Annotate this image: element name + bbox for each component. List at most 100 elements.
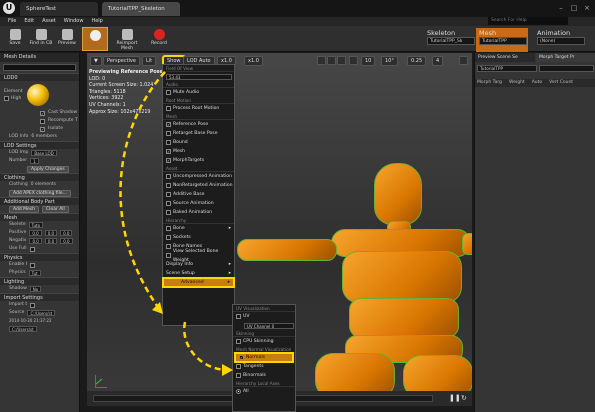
cast-shadow-checkbox[interactable]: ✓ bbox=[40, 110, 45, 116]
animation-dropdown[interactable]: (None) bbox=[537, 37, 585, 45]
uv-checkbox[interactable] bbox=[236, 314, 241, 319]
show-menu-item[interactable]: Bound bbox=[163, 138, 234, 147]
section-clothing[interactable]: Clothing bbox=[0, 173, 79, 181]
show-item-checkbox[interactable]: ✓ bbox=[166, 158, 171, 163]
show-menu-item[interactable]: Baked Animation bbox=[163, 208, 234, 217]
physics-value[interactable]: Tut bbox=[28, 270, 41, 276]
use-full-checkbox[interactable] bbox=[29, 246, 35, 252]
mode-mesh[interactable]: Mesh TutorialTPP bbox=[476, 28, 528, 52]
tab-mesh-details[interactable]: Mesh Details bbox=[0, 53, 79, 62]
add-apex-clothing-button[interactable]: Add APEX clothing file... bbox=[9, 189, 71, 197]
all-radio[interactable]: • bbox=[236, 389, 241, 394]
section-physics[interactable]: Physics bbox=[0, 253, 79, 261]
all-item[interactable]: • All bbox=[233, 387, 295, 396]
show-item-checkbox[interactable] bbox=[166, 90, 171, 95]
recompute-checkbox[interactable] bbox=[40, 118, 45, 124]
number-input[interactable]: 1 bbox=[30, 158, 39, 164]
skeleton-value[interactable]: Tuto bbox=[28, 222, 44, 228]
tab-tutorial-skeleton[interactable]: TutorialTPP_Skeleton bbox=[102, 2, 180, 16]
show-item-checkbox[interactable]: ✓ bbox=[166, 122, 171, 127]
tangents-item[interactable]: Tangents bbox=[233, 362, 295, 371]
section-import-settings[interactable]: Import Settings bbox=[0, 293, 79, 301]
pause-icon[interactable]: ❚❚ bbox=[449, 394, 461, 402]
menu-help[interactable]: Help bbox=[91, 17, 102, 26]
show-item-checkbox[interactable] bbox=[166, 244, 171, 249]
normals-item[interactable]: ✓ Normals bbox=[235, 353, 293, 362]
show-menu-item[interactable]: Retarget Base Pose bbox=[163, 129, 234, 138]
high-checkbox[interactable] bbox=[4, 96, 9, 101]
negative-z[interactable]: 0.0 bbox=[60, 238, 73, 244]
show-menu-item[interactable]: Mute Audio bbox=[163, 88, 234, 97]
positive-x[interactable]: 0.0 bbox=[29, 230, 42, 236]
show-item-checkbox[interactable] bbox=[166, 235, 171, 240]
show-item-checkbox[interactable] bbox=[166, 192, 171, 197]
col-weight[interactable]: Weight bbox=[509, 79, 525, 87]
loop-icon[interactable]: ↻ bbox=[461, 394, 467, 402]
positive-z[interactable]: 0.0 bbox=[60, 230, 73, 236]
lod-import-dropdown[interactable]: Base LOD bbox=[31, 150, 57, 156]
source-value[interactable]: C:/Users/st bbox=[27, 310, 56, 316]
minimize-icon[interactable]: – bbox=[556, 3, 566, 13]
shadow-value[interactable]: No bbox=[29, 286, 42, 292]
mode-skeleton[interactable]: Skeleton TutorialTPP_Sk bbox=[424, 28, 475, 52]
show-menu-item[interactable]: NonRetargeted Animation bbox=[163, 181, 234, 190]
advanced-item[interactable]: Advanced ▸ bbox=[163, 278, 234, 287]
import-checkbox[interactable] bbox=[30, 302, 36, 308]
preview-button[interactable]: Preview bbox=[54, 27, 80, 51]
show-menu-item[interactable]: ✓ Mesh bbox=[163, 147, 234, 156]
isolate-checkbox[interactable]: ✓ bbox=[40, 126, 45, 132]
find-in-cb-button[interactable]: Find in CB bbox=[28, 27, 54, 51]
save-button[interactable]: Save bbox=[2, 27, 28, 51]
settings-button[interactable] bbox=[82, 27, 108, 51]
material-thumbnail[interactable] bbox=[26, 84, 49, 106]
col-vert-count[interactable]: Vert Count bbox=[549, 79, 573, 87]
section-additional-body-part[interactable]: Additional Body Part bbox=[0, 197, 79, 205]
normals-checkbox[interactable]: ✓ bbox=[239, 355, 244, 360]
positive-y[interactable]: 0.0 bbox=[44, 230, 58, 236]
show-item-checkbox[interactable] bbox=[166, 131, 171, 136]
close-icon[interactable]: × bbox=[582, 3, 592, 13]
help-search-input[interactable]: Search For Help bbox=[488, 17, 568, 25]
section-lod0[interactable]: LOD0 bbox=[0, 73, 79, 81]
col-morph-target[interactable]: Morph Targ bbox=[477, 79, 502, 87]
cpu-skinning-item[interactable]: CPU Skinning bbox=[233, 337, 295, 346]
tab-preview-scene[interactable]: Preview Scene Se bbox=[475, 53, 535, 62]
show-menu-item[interactable]: Uncompressed Animation bbox=[163, 172, 234, 181]
apply-changes-button[interactable]: Apply Changes bbox=[27, 165, 69, 173]
menu-window[interactable]: Window bbox=[64, 17, 84, 26]
mesh-dropdown[interactable]: TutorialTPP bbox=[479, 37, 527, 45]
binormals-item[interactable]: Binormals bbox=[233, 371, 295, 380]
show-menu-item[interactable]: Additive Base bbox=[163, 190, 234, 199]
source-value-2[interactable]: C:/Users/st bbox=[9, 326, 37, 332]
fov-input[interactable]: 53.43 bbox=[166, 73, 232, 80]
show-item-checkbox[interactable] bbox=[166, 183, 171, 188]
menu-edit[interactable]: Edit bbox=[24, 17, 34, 26]
show-item-checkbox[interactable] bbox=[166, 201, 171, 206]
enable-checkbox[interactable] bbox=[30, 262, 36, 268]
record-button[interactable]: Record bbox=[146, 27, 172, 51]
add-mesh-button[interactable]: Add Mesh bbox=[9, 205, 39, 213]
show-item-checkbox[interactable] bbox=[166, 253, 171, 258]
show-menu-item[interactable]: Process Root Motion bbox=[163, 104, 234, 113]
maximize-icon[interactable]: □ bbox=[569, 3, 579, 13]
unreal-logo-icon[interactable]: U bbox=[3, 2, 15, 14]
clear-all-button[interactable]: Clear All bbox=[42, 205, 69, 213]
show-menu-item[interactable]: ✓ Reference Pose bbox=[163, 120, 234, 129]
show-item-checkbox[interactable] bbox=[166, 106, 171, 111]
uv-channel-dropdown[interactable]: UV Channel 0 bbox=[244, 322, 294, 329]
uv-item[interactable]: UV bbox=[233, 312, 295, 321]
show-menu-item[interactable]: Source Animation bbox=[163, 199, 234, 208]
show-item-checkbox[interactable] bbox=[166, 140, 171, 145]
morph-search-input[interactable] bbox=[539, 65, 594, 72]
scene-setup-item[interactable]: Scene Setup ▸ bbox=[163, 269, 234, 278]
skeleton-dropdown[interactable]: TutorialTPP_Sk bbox=[427, 37, 475, 45]
show-menu-item[interactable]: Bone ▸ bbox=[163, 224, 234, 233]
negative-y[interactable]: 0.0 bbox=[44, 238, 58, 244]
cpu-skinning-checkbox[interactable] bbox=[236, 339, 241, 344]
show-item-checkbox[interactable] bbox=[166, 210, 171, 215]
negative-x[interactable]: 0.0 bbox=[29, 238, 42, 244]
show-menu-item[interactable]: ✓ MorphTargets bbox=[163, 156, 234, 165]
section-lighting[interactable]: Lighting bbox=[0, 277, 79, 285]
show-item-checkbox[interactable]: ✓ bbox=[166, 149, 171, 154]
reimport-mesh-button[interactable]: Reimport Mesh bbox=[110, 27, 144, 51]
